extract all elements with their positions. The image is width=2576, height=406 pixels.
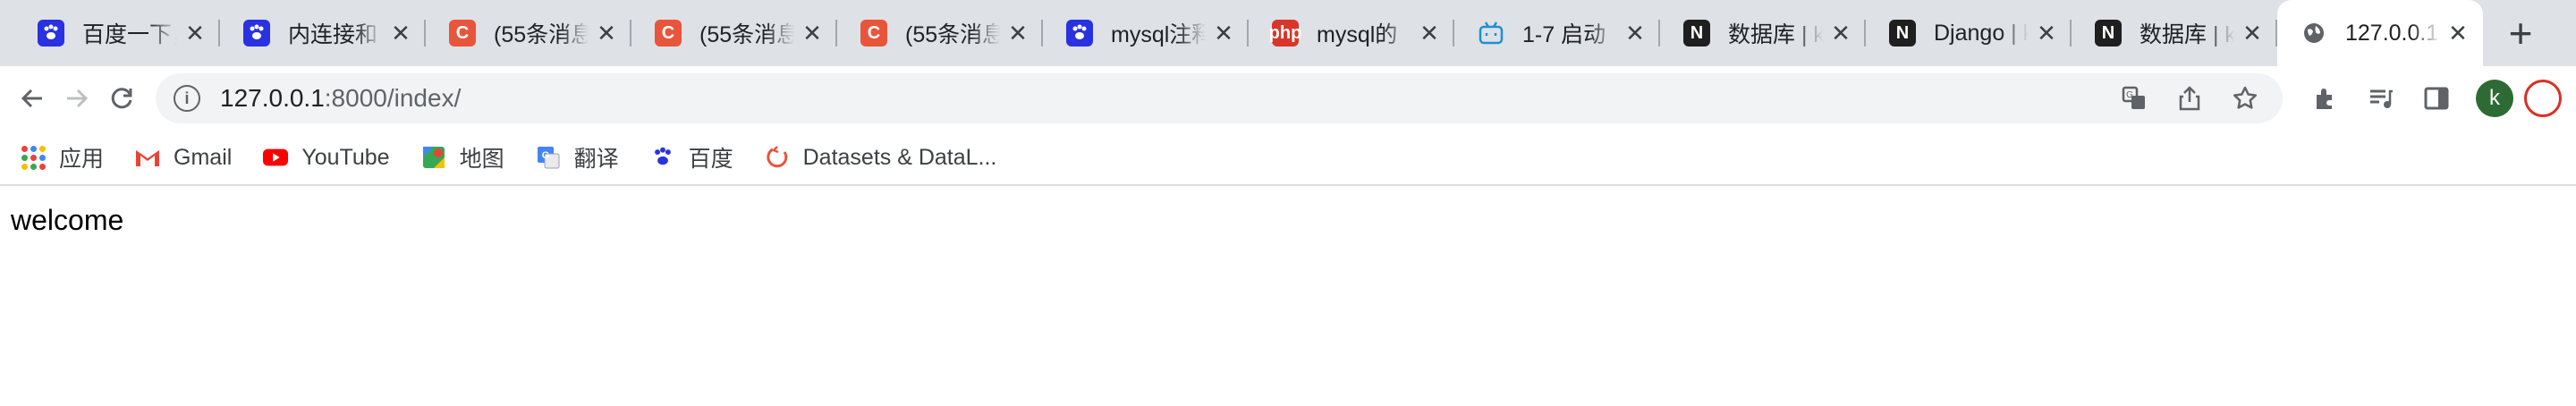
baidu-paw-icon xyxy=(1066,20,1093,47)
url-text[interactable]: 127.0.0.1:8000/index/ xyxy=(220,84,2098,113)
tab[interactable]: N 数据库 | k ✕ xyxy=(2072,0,2277,66)
csdn-c-icon: C xyxy=(449,20,476,47)
close-icon[interactable]: ✕ xyxy=(800,20,825,47)
bookmark-gmail[interactable]: Gmail xyxy=(134,144,232,171)
bookmark-label: 百度 xyxy=(688,147,733,172)
close-icon[interactable]: ✕ xyxy=(1211,20,1236,47)
tab-title: (55条消息 xyxy=(699,22,794,47)
bookmark-youtube[interactable]: YouTube xyxy=(262,144,390,171)
bookmark-label: 地图 xyxy=(459,147,504,172)
close-icon[interactable]: ✕ xyxy=(1623,20,1648,47)
site-info-icon[interactable]: i xyxy=(174,85,200,112)
tab-active[interactable]: 127.0.0.1 ✕ xyxy=(2277,0,2483,66)
arrow-left-icon xyxy=(21,89,42,108)
update-menu-button[interactable] xyxy=(2524,80,2562,117)
bookmark-label: 翻译 xyxy=(573,147,619,172)
tab-strip: 百度一下， ✕ 内连接和 ✕ C (55条消息 ✕ C (55条消息 ✕ C (… xyxy=(0,0,2576,66)
apps-grid-icon xyxy=(20,144,47,171)
url-path: :8000/index/ xyxy=(324,84,462,112)
close-icon[interactable]: ✕ xyxy=(2034,20,2059,47)
bookmark-apps[interactable]: 应用 xyxy=(20,141,104,173)
tab[interactable]: C (55条消息 ✕ xyxy=(837,0,1043,66)
bookmark-label: 应用 xyxy=(59,147,105,172)
url-host: 127.0.0.1 xyxy=(220,84,325,112)
svg-text:G: G xyxy=(541,150,549,161)
close-icon[interactable]: ✕ xyxy=(594,20,619,47)
back-button[interactable] xyxy=(14,73,50,123)
side-panel-icon[interactable] xyxy=(2411,73,2462,123)
notion-n-icon: N xyxy=(2095,20,2122,47)
page-content: welcome xyxy=(0,186,2576,255)
bookmark-label: Datasets & DataL... xyxy=(802,144,997,170)
tab-title: 内连接和 xyxy=(288,22,378,47)
datasets-icon xyxy=(764,144,791,171)
tab-title: 1-7 启动 xyxy=(1522,22,1606,47)
toolbar: i 127.0.0.1:8000/index/ G k xyxy=(0,66,2576,131)
profile-avatar[interactable]: k xyxy=(2476,80,2513,117)
tab[interactable]: mysql注释 ✕ xyxy=(1043,0,1249,66)
welcome-text: welcome xyxy=(11,204,124,236)
forward-button[interactable] xyxy=(59,73,95,123)
notion-n-icon: N xyxy=(1683,20,1710,47)
address-bar[interactable]: i 127.0.0.1:8000/index/ G xyxy=(156,73,2283,123)
tab-title: (55条消息 xyxy=(905,22,1000,47)
php-icon: php xyxy=(1269,20,1301,47)
notion-n-icon: N xyxy=(1889,20,1916,47)
share-icon[interactable] xyxy=(2170,79,2209,118)
close-icon[interactable]: ✕ xyxy=(182,20,208,47)
close-icon[interactable]: ✕ xyxy=(388,20,413,47)
tab[interactable]: C (55条消息 ✕ xyxy=(426,0,631,66)
translate-icon: G xyxy=(535,144,562,171)
bookmark-datasets[interactable]: Datasets & DataL... xyxy=(764,144,997,171)
tab-title: mysql注释 xyxy=(1111,22,1206,47)
arrow-right-icon xyxy=(67,89,89,108)
maps-icon xyxy=(420,144,447,171)
tab-title: Django | k xyxy=(1934,20,2029,46)
bookmark-maps[interactable]: 地图 xyxy=(420,141,504,173)
baidu-paw-icon xyxy=(649,144,676,171)
tab-title: mysql的 xyxy=(1317,22,1398,47)
tab-title: 百度一下， xyxy=(82,22,177,47)
reload-button[interactable] xyxy=(104,73,140,123)
close-icon[interactable]: ✕ xyxy=(1828,20,1853,47)
csdn-c-icon: C xyxy=(860,20,887,47)
close-icon[interactable]: ✕ xyxy=(1417,20,1442,47)
globe-icon xyxy=(2301,20,2327,47)
media-queue-icon[interactable] xyxy=(2356,73,2406,123)
close-icon[interactable]: ✕ xyxy=(1005,20,1030,47)
tab[interactable]: N 数据库 | k ✕ xyxy=(1660,0,1866,66)
bookmark-label: YouTube xyxy=(301,144,390,170)
svg-text:G: G xyxy=(2126,90,2133,100)
bookmark-label: Gmail xyxy=(174,144,233,170)
bookmarks-bar: 应用 Gmail YouTube 地图 G 翻译 百度 Datasets & D… xyxy=(0,131,2576,186)
tab-list: 百度一下， ✕ 内连接和 ✕ C (55条消息 ✕ C (55条消息 ✕ C (… xyxy=(0,0,2483,66)
close-icon[interactable]: ✕ xyxy=(2240,20,2265,47)
gmail-icon xyxy=(134,144,161,171)
tab-title: 数据库 | k xyxy=(2140,22,2234,47)
new-tab-button[interactable]: + xyxy=(2494,0,2547,66)
baidu-paw-icon xyxy=(243,20,270,47)
bookmark-translate[interactable]: G 翻译 xyxy=(535,141,619,173)
tab-title: 数据库 | k xyxy=(1728,22,1823,47)
tab[interactable]: N Django | k ✕ xyxy=(1866,0,2072,66)
tab[interactable]: php mysql的 ✕ xyxy=(1249,0,1454,66)
extensions-puzzle-icon[interactable] xyxy=(2301,73,2351,123)
baidu-paw-icon xyxy=(38,20,64,47)
tab-title: (55条消息 xyxy=(494,22,589,47)
tab[interactable]: 百度一下， ✕ xyxy=(14,0,220,66)
star-icon[interactable] xyxy=(2225,79,2265,118)
tab[interactable]: 1-7 启动 ✕ xyxy=(1454,0,1660,66)
tab[interactable]: C (55条消息 ✕ xyxy=(631,0,837,66)
reload-icon xyxy=(111,88,132,109)
tab-title: 127.0.0.1 xyxy=(2345,20,2439,46)
bilibili-tv-icon xyxy=(1478,20,1504,47)
translate-page-icon[interactable]: G xyxy=(2114,79,2154,118)
bookmark-baidu[interactable]: 百度 xyxy=(649,141,733,173)
close-icon[interactable]: ✕ xyxy=(2445,20,2470,47)
csdn-c-icon: C xyxy=(655,20,682,47)
tab[interactable]: 内连接和 ✕ xyxy=(220,0,426,66)
toolbar-right: k xyxy=(2295,73,2562,123)
youtube-icon xyxy=(262,144,289,171)
